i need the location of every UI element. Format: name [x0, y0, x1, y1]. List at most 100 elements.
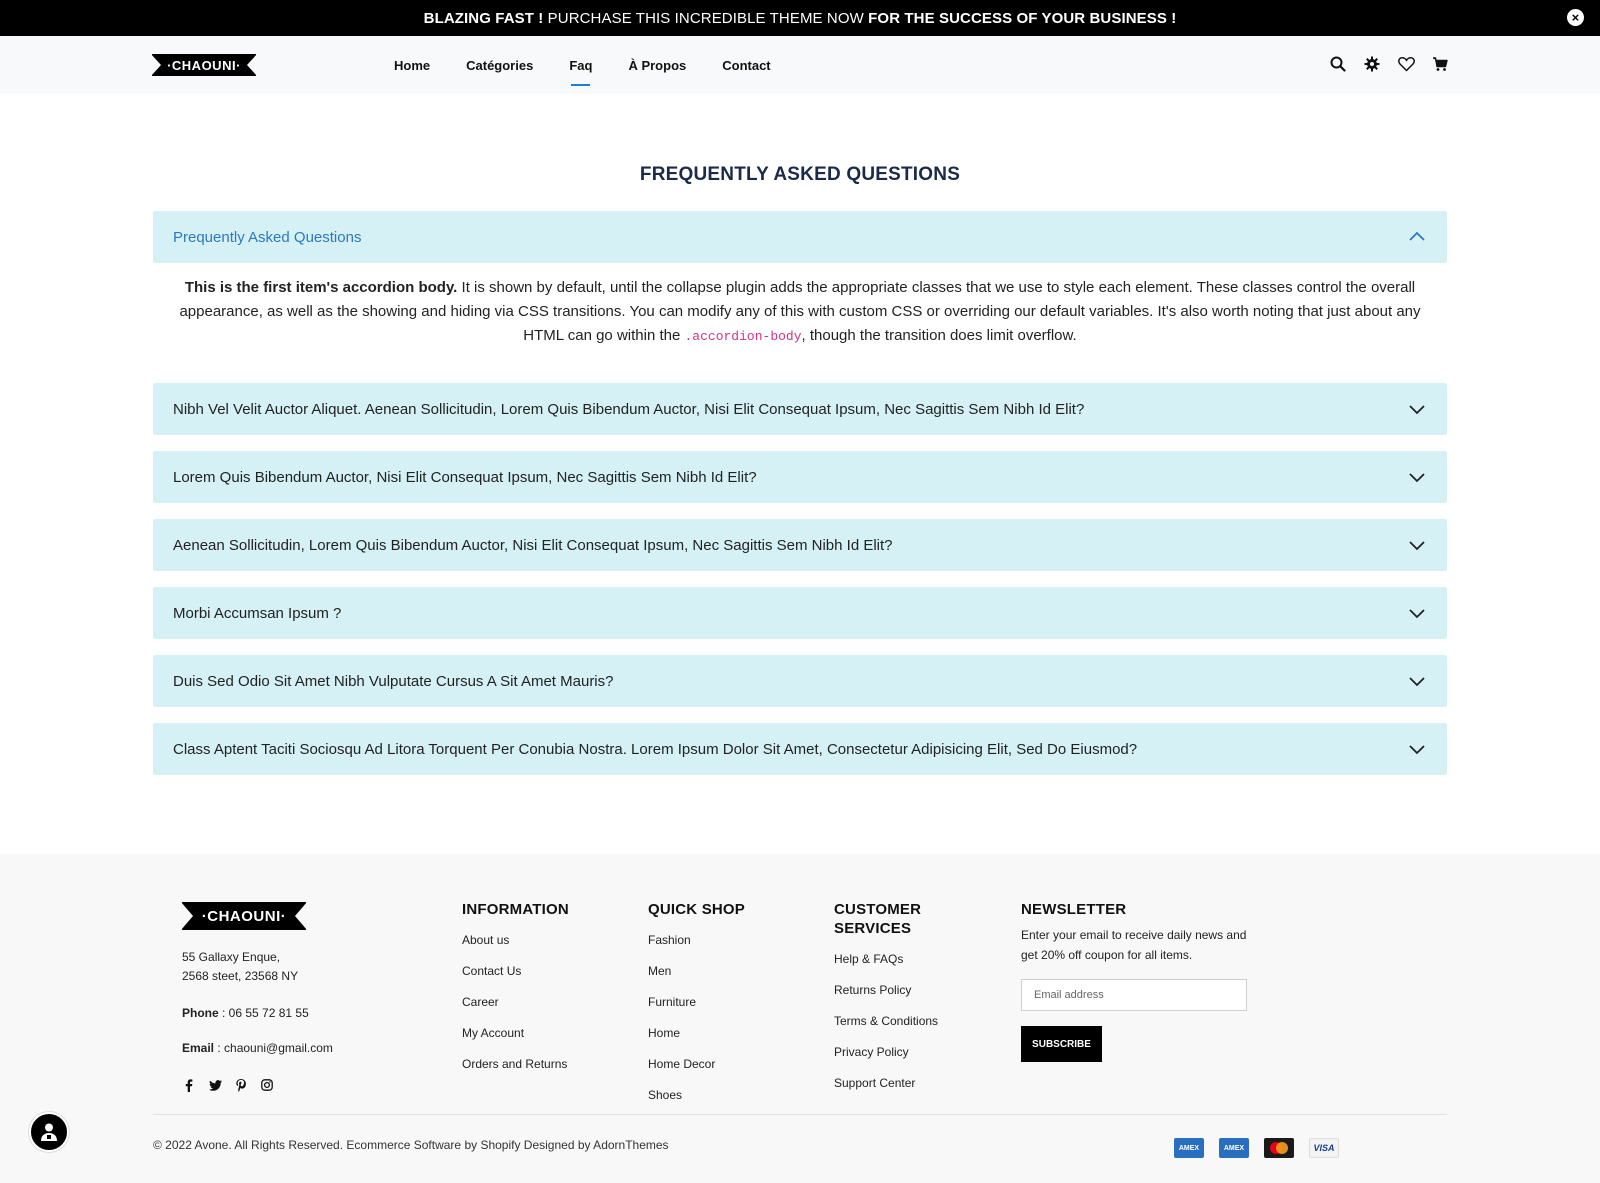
instagram-icon[interactable] [260, 1078, 274, 1092]
announcement-part2: PURCHASE THIS INCREDIBLE THEME NOW [547, 9, 864, 27]
close-icon[interactable]: × [1567, 9, 1584, 26]
accordion-item[interactable]: Duis Sed Odio Sit Amet Nibh Vulputate Cu… [153, 655, 1447, 707]
visa-card-icon: VISA [1309, 1138, 1339, 1158]
heart-icon[interactable] [1396, 54, 1416, 74]
chevron-down-icon [1407, 399, 1427, 419]
gear-icon[interactable] [1362, 54, 1382, 74]
nav-item-categories[interactable]: Catégories [448, 36, 551, 94]
footer-col-information: INFORMATION About us Contact Us Career M… [462, 900, 569, 1086]
amex-card-icon: AMEX [1174, 1138, 1204, 1158]
announcement-bar: BLAZING FAST ! PURCHASE THIS INCREDIBLE … [0, 0, 1600, 36]
accordion-item[interactable]: Aenean Sollicitudin, Lorem Quis Bibendum… [153, 519, 1447, 571]
accordion-question: Lorem Quis Bibendum Auctor, Nisi Elit Co… [173, 468, 757, 486]
footer-link[interactable]: About us [462, 931, 569, 962]
logo-text: ·CHAOUNI· [151, 54, 257, 76]
newsletter-text: Enter your email to receive daily news a… [1021, 928, 1247, 962]
address-line: 2568 steet, 23568 NY [182, 969, 299, 983]
accordion-question: Prequently Asked Questions [173, 228, 362, 246]
footer-logo[interactable]: ·CHAOUNI· [181, 902, 307, 930]
social-links [182, 1078, 274, 1092]
payment-icons: AMEX AMEX VISA [1174, 1138, 1339, 1158]
chevron-down-icon [1407, 535, 1427, 555]
announcement-part1: BLAZING FAST ! [423, 9, 544, 27]
accordion-question: Morbi Accumsan Ipsum ? [173, 604, 342, 622]
footer-phone: Phone : 06 55 72 81 55 [182, 1006, 309, 1020]
footer-link[interactable]: Shoes [648, 1086, 745, 1117]
footer-col-title: NEWSLETTER [1021, 901, 1127, 918]
accordion-item[interactable]: Morbi Accumsan Ipsum ? [153, 587, 1447, 639]
email-value[interactable]: : chaouni@gmail.com [214, 1041, 333, 1055]
user-icon [41, 1123, 57, 1141]
phone-label: Phone [182, 1006, 219, 1020]
footer-link[interactable]: Orders and Returns [462, 1055, 569, 1086]
accordion-body-code: .accordion-body [684, 329, 802, 344]
cart-icon[interactable] [1430, 54, 1450, 74]
footer-link[interactable]: Home Decor [648, 1055, 745, 1086]
twitter-icon[interactable] [208, 1078, 222, 1092]
chevron-down-icon [1407, 603, 1427, 623]
logo[interactable]: ·CHAOUNI· [151, 54, 257, 76]
amex-card-icon: AMEX [1219, 1138, 1249, 1158]
facebook-icon[interactable] [182, 1078, 196, 1092]
footer-link[interactable]: Contact Us [462, 962, 569, 993]
header-icons [1328, 54, 1450, 74]
accordion-body: This is the first item's accordion body.… [153, 276, 1447, 349]
accordion-item[interactable]: Nibh Vel Velit Auctor Aliquet. Aenean So… [153, 383, 1447, 435]
page-title: FREQUENTLY ASKED QUESTIONS [639, 164, 961, 185]
site-header: ·CHAOUNI· Home Catégories Faq À Propos C… [0, 36, 1600, 94]
footer-col-title-line: CUSTOMER [834, 901, 922, 918]
accordion-body-bold: This is the first item's accordion body. [184, 279, 458, 296]
nav-item-faq[interactable]: Faq [551, 36, 610, 94]
footer-col-title: INFORMATION [462, 901, 569, 918]
newsletter-email-input[interactable] [1021, 979, 1247, 1011]
footer-link[interactable]: Home [648, 1024, 745, 1055]
privacy-settings-button[interactable] [29, 1112, 69, 1152]
copyright-text: © 2022 Avone. All Rights Reserved. Ecomm… [153, 1138, 669, 1152]
footer-link[interactable]: Privacy Policy [834, 1043, 938, 1074]
accordion-item[interactable]: Lorem Quis Bibendum Auctor, Nisi Elit Co… [153, 451, 1447, 503]
footer-email: Email : chaouni@gmail.com [182, 1041, 333, 1055]
accordion-question: Nibh Vel Velit Auctor Aliquet. Aenean So… [173, 400, 1085, 418]
footer-col-title: CUSTOMER SERVICES [834, 900, 938, 938]
footer-col-newsletter: NEWSLETTER Enter your email to receive d… [1021, 900, 1251, 1062]
accordion-question: Duis Sed Odio Sit Amet Nibh Vulputate Cu… [173, 672, 614, 690]
footer-col-title-line: SERVICES [834, 920, 912, 937]
subscribe-button[interactable]: SUBSCRIBE [1021, 1026, 1102, 1062]
footer-link[interactable]: Returns Policy [834, 981, 938, 1012]
search-icon[interactable] [1328, 54, 1348, 74]
footer-link[interactable]: Career [462, 993, 569, 1024]
pinterest-icon[interactable] [234, 1078, 248, 1092]
footer-link[interactable]: Support Center [834, 1074, 938, 1105]
footer-link[interactable]: My Account [462, 1024, 569, 1055]
nav-item-home[interactable]: Home [376, 36, 448, 94]
mastercard-icon [1264, 1138, 1294, 1158]
site-footer: ·CHAOUNI· 55 Gallaxy Enque, 2568 steet, … [0, 854, 1600, 1183]
footer-col-title: QUICK SHOP [648, 901, 746, 918]
footer-link[interactable]: Fashion [648, 931, 745, 962]
footer-link[interactable]: Furniture [648, 993, 745, 1024]
footer-divider [153, 1114, 1447, 1115]
main-nav: Home Catégories Faq À Propos Contact [376, 36, 789, 94]
phone-value: : 06 55 72 81 55 [218, 1006, 309, 1020]
footer-col-customer-services: CUSTOMER SERVICES Help & FAQs Returns Po… [834, 900, 938, 1105]
chevron-down-icon [1407, 467, 1427, 487]
accordion-header-open[interactable]: Prequently Asked Questions [153, 211, 1447, 263]
nav-item-about[interactable]: À Propos [610, 36, 704, 94]
accordion-question: Class Aptent Taciti Sociosqu Ad Litora T… [173, 740, 1138, 758]
email-label: Email [182, 1041, 215, 1055]
accordion-item[interactable]: Class Aptent Taciti Sociosqu Ad Litora T… [153, 723, 1447, 775]
footer-address: 55 Gallaxy Enque, 2568 steet, 23568 NY [182, 948, 298, 986]
announcement-part3: FOR THE SUCCESS OF YOUR BUSINESS ! [868, 9, 1177, 27]
footer-col-quick-shop: QUICK SHOP Fashion Men Furniture Home Ho… [648, 900, 745, 1117]
chevron-down-icon [1407, 671, 1427, 691]
chevron-up-icon [1407, 227, 1427, 247]
footer-link[interactable]: Help & FAQs [834, 950, 938, 981]
footer-logo-text: ·CHAOUNI· [181, 902, 307, 930]
nav-item-contact[interactable]: Contact [704, 36, 788, 94]
footer-link[interactable]: Men [648, 962, 745, 993]
chevron-down-icon [1407, 739, 1427, 759]
footer-link[interactable]: Terms & Conditions [834, 1012, 938, 1043]
accordion-body-tail: , though the transition does limit overf… [801, 327, 1077, 344]
address-line: 55 Gallaxy Enque, [182, 950, 281, 964]
accordion-question: Aenean Sollicitudin, Lorem Quis Bibendum… [173, 536, 893, 554]
